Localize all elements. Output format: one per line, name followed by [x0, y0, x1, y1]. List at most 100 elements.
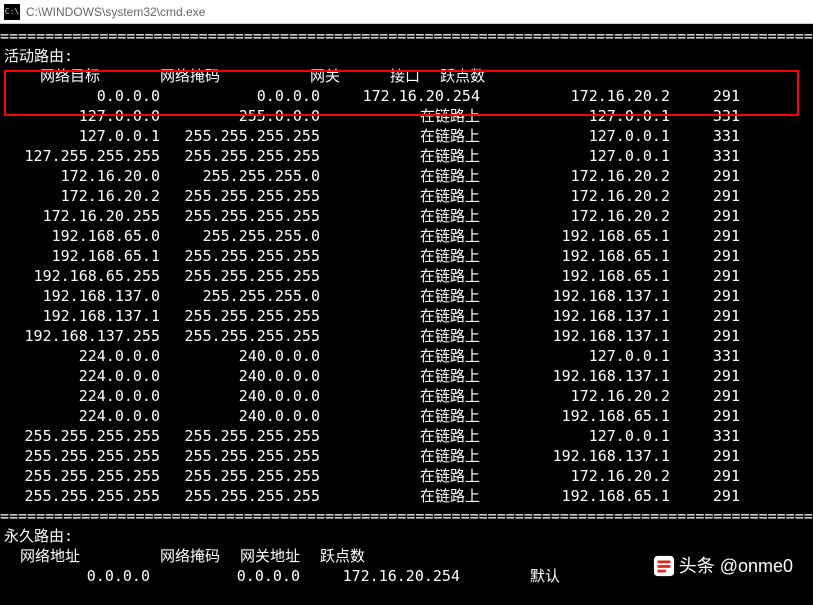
cell-metric: 291 [670, 386, 740, 406]
cell-iface: 172.16.20.2 [480, 206, 670, 226]
cell-mask: 240.0.0.0 [160, 406, 320, 426]
col-metric-header: 跃点数 [440, 66, 485, 86]
cell-mask: 255.255.255.0 [160, 286, 320, 306]
cell-gateway: 在链路上 [320, 466, 480, 486]
cell-mask: 240.0.0.0 [160, 386, 320, 406]
window-title: C:\WINDOWS\system32\cmd.exe [26, 5, 205, 19]
cell-iface: 172.16.20.2 [480, 86, 670, 106]
cell-gateway: 在链路上 [320, 306, 480, 326]
cell-iface: 192.168.137.1 [480, 326, 670, 346]
cell-iface: 192.168.65.1 [480, 226, 670, 246]
cell-mask: 255.255.255.255 [160, 266, 320, 286]
cell-mask: 255.255.255.255 [160, 326, 320, 346]
separator-line: ========================================… [0, 26, 813, 46]
cell-metric: 291 [670, 206, 740, 226]
cell-metric: 291 [670, 366, 740, 386]
cell-iface: 172.16.20.2 [480, 466, 670, 486]
cell-dest: 172.16.20.255 [0, 206, 160, 226]
cell-mask: 255.255.255.255 [160, 246, 320, 266]
perm-gw-header: 网关地址 [240, 546, 300, 566]
cell-addr: 0.0.0.0 [0, 566, 150, 586]
cell-mask: 255.0.0.0 [160, 106, 320, 126]
cell-dest: 192.168.137.255 [0, 326, 160, 346]
cell-gateway: 在链路上 [320, 326, 480, 346]
table-row: 172.16.20.2255.255.255.255在链路上172.16.20.… [0, 186, 813, 206]
col-dest-header: 网络目标 [40, 66, 100, 86]
perm-addr-header: 网络地址 [20, 546, 80, 566]
cell-dest: 224.0.0.0 [0, 406, 160, 426]
cell-metric: 331 [670, 126, 740, 146]
cell-mask: 255.255.255.255 [160, 426, 320, 446]
cell-dest: 192.168.137.0 [0, 286, 160, 306]
table-row: 192.168.137.1255.255.255.255在链路上192.168.… [0, 306, 813, 326]
cell-dest: 0.0.0.0 [0, 86, 160, 106]
cell-metric: 291 [670, 326, 740, 346]
cell-mask: 255.255.255.255 [160, 206, 320, 226]
terminal-output[interactable]: ========================================… [0, 24, 813, 605]
cell-gateway: 在链路上 [320, 226, 480, 246]
cell-iface: 192.168.65.1 [480, 406, 670, 426]
cell-gateway: 在链路上 [320, 486, 480, 506]
cell-iface: 127.0.0.1 [480, 346, 670, 366]
table-row: 224.0.0.0240.0.0.0在链路上192.168.65.1291 [0, 406, 813, 426]
cell-iface: 127.0.0.1 [480, 106, 670, 126]
cell-dest: 224.0.0.0 [0, 366, 160, 386]
cell-dest: 172.16.20.2 [0, 186, 160, 206]
active-routes-label: 活动路由: [0, 46, 813, 66]
cell-gw: 172.16.20.254 [300, 566, 460, 586]
cell-dest: 127.255.255.255 [0, 146, 160, 166]
toutiao-logo-icon [653, 555, 675, 577]
cell-metric: 291 [670, 186, 740, 206]
watermark-text: 头条 @onme0 [679, 556, 793, 576]
cell-dest: 255.255.255.255 [0, 486, 160, 506]
table-row: 0.0.0.00.0.0.0172.16.20.254172.16.20.229… [0, 86, 813, 106]
table-row: 127.255.255.255255.255.255.255在链路上127.0.… [0, 146, 813, 166]
cell-mask: 255.255.255.255 [160, 446, 320, 466]
cell-dest: 127.0.0.1 [0, 126, 160, 146]
cell-iface: 127.0.0.1 [480, 426, 670, 446]
cell-gateway: 在链路上 [320, 386, 480, 406]
cell-mask: 240.0.0.0 [160, 346, 320, 366]
table-row: 255.255.255.255255.255.255.255在链路上192.16… [0, 486, 813, 506]
separator-line: ========================================… [0, 506, 813, 526]
table-row: 192.168.65.255255.255.255.255在链路上192.168… [0, 266, 813, 286]
cell-gateway: 在链路上 [320, 246, 480, 266]
table-row: 224.0.0.0240.0.0.0在链路上192.168.137.1291 [0, 366, 813, 386]
table-row: 127.0.0.1255.255.255.255在链路上127.0.0.1331 [0, 126, 813, 146]
cell-gateway: 在链路上 [320, 186, 480, 206]
cell-dest: 192.168.65.0 [0, 226, 160, 246]
table-row: 224.0.0.0240.0.0.0在链路上127.0.0.1331 [0, 346, 813, 366]
cell-dest: 172.16.20.0 [0, 166, 160, 186]
cell-mask: 0.0.0.0 [150, 566, 300, 586]
cell-gateway: 172.16.20.254 [320, 86, 480, 106]
perm-mask-header: 网络掩码 [160, 546, 220, 566]
cell-iface: 172.16.20.2 [480, 186, 670, 206]
table-row: 127.0.0.0255.0.0.0在链路上127.0.0.1331 [0, 106, 813, 126]
cell-gateway: 在链路上 [320, 366, 480, 386]
table-row: 255.255.255.255255.255.255.255在链路上192.16… [0, 446, 813, 466]
cell-gateway: 在链路上 [320, 266, 480, 286]
col-mask-header: 网络掩码 [160, 66, 220, 86]
col-gateway-header: 网关 [310, 66, 340, 86]
cell-mask: 0.0.0.0 [160, 86, 320, 106]
cell-dest: 192.168.65.255 [0, 266, 160, 286]
cell-iface: 192.168.137.1 [480, 446, 670, 466]
cell-metric: 291 [670, 166, 740, 186]
cell-mask: 255.255.255.255 [160, 486, 320, 506]
cell-iface: 192.168.65.1 [480, 246, 670, 266]
cell-mask: 255.255.255.255 [160, 466, 320, 486]
cell-mask: 255.255.255.0 [160, 166, 320, 186]
cell-metric: 331 [670, 426, 740, 446]
cell-metric: 默认 [460, 566, 560, 586]
active-routes-table: 网络目标 网络掩码 网关 接口 跃点数 0.0.0.00.0.0.0172.16… [0, 66, 813, 506]
cmd-icon: C:\ [4, 4, 20, 20]
cell-metric: 291 [670, 226, 740, 246]
cell-metric: 291 [670, 466, 740, 486]
cell-iface: 127.0.0.1 [480, 146, 670, 166]
table-row: 172.16.20.255255.255.255.255在链路上172.16.2… [0, 206, 813, 226]
perm-metric-header: 跃点数 [320, 546, 365, 566]
cell-metric: 291 [670, 306, 740, 326]
cell-metric: 291 [670, 486, 740, 506]
col-iface-header: 接口 [390, 66, 420, 86]
cell-gateway: 在链路上 [320, 286, 480, 306]
